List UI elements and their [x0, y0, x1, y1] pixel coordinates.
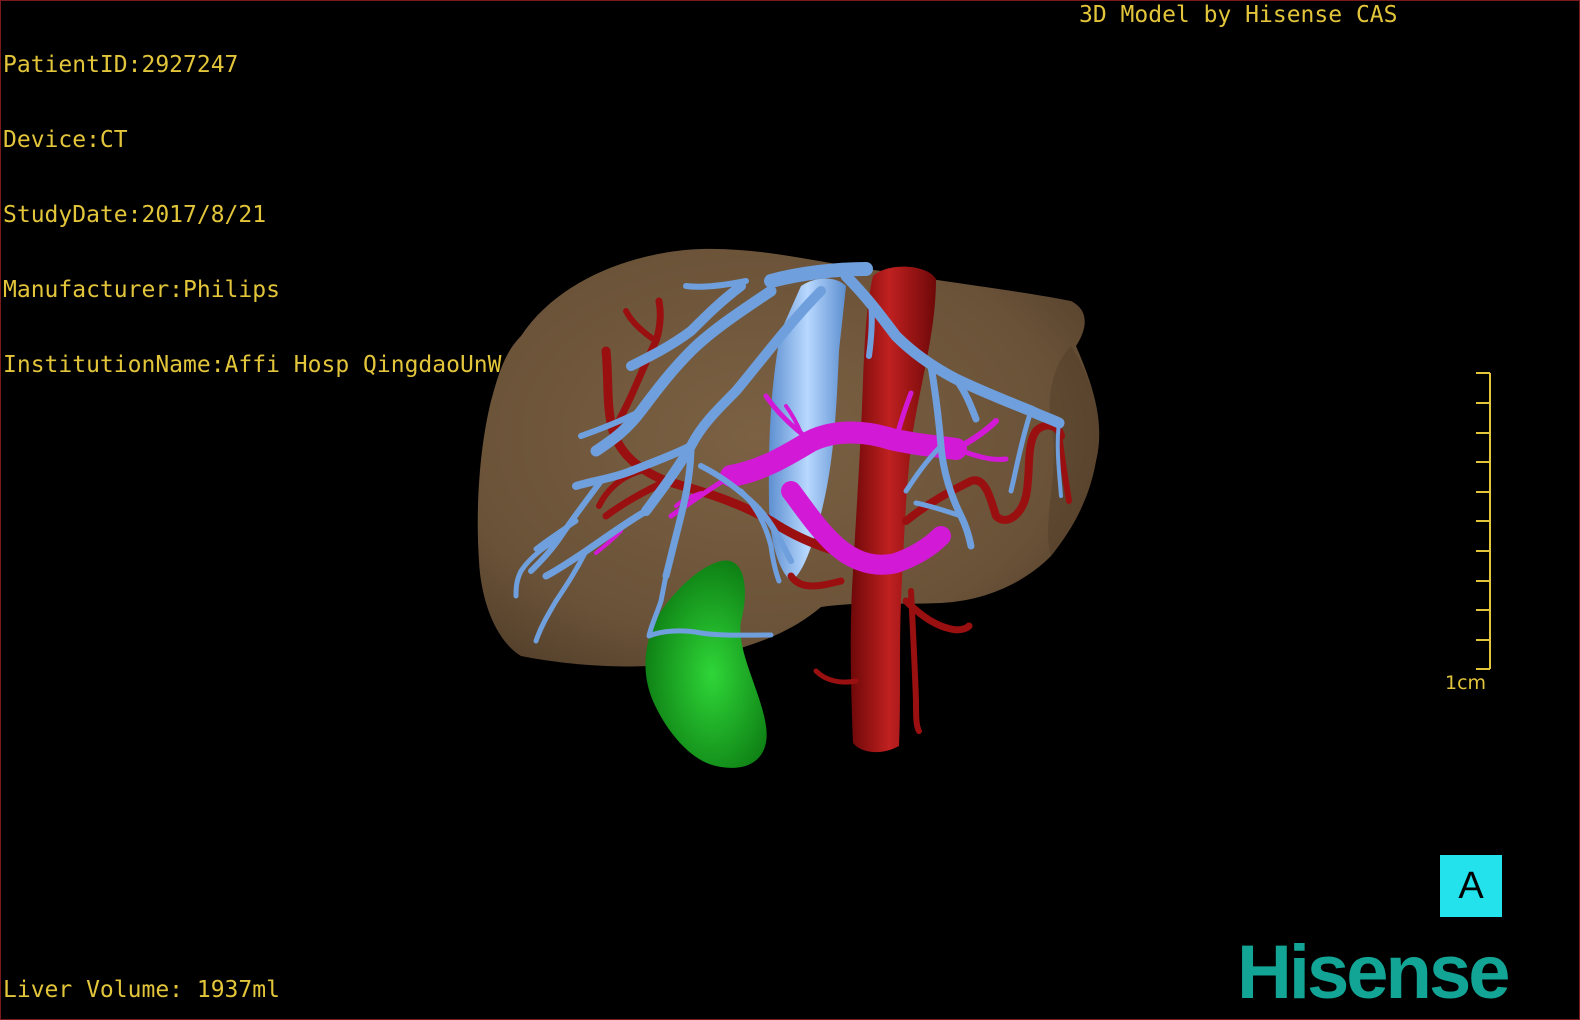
manufacturer: Manufacturer:Philips: [3, 277, 280, 303]
3d-viewport[interactable]: PatientID:2927247 Device:CT StudyDate:20…: [0, 0, 1580, 1020]
device: Device:CT: [3, 127, 128, 153]
orientation-marker[interactable]: A: [1440, 855, 1502, 917]
hisense-logo: Hisense: [1237, 930, 1510, 1015]
liver-volume: Liver Volume: 1937ml: [3, 977, 280, 1003]
patient-info-overlay: PatientID:2927247 Device:CT StudyDate:20…: [3, 3, 502, 428]
scale-bar: [1476, 372, 1491, 670]
study-date: StudyDate:2017/8/21: [3, 202, 267, 228]
institution-name: InstitutionName:Affi Hosp QingdaoUnW: [3, 352, 502, 378]
patient-id: PatientID:2927247: [3, 52, 239, 78]
liver-shading: [1048, 346, 1100, 556]
model-credit: 3D Model by Hisense CAS: [1079, 2, 1398, 28]
scale-bar-label: 1cm: [1445, 672, 1487, 694]
